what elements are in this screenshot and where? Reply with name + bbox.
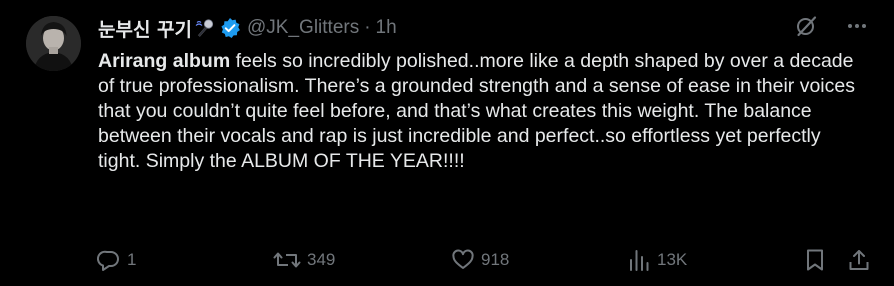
share-icon [847,248,871,272]
separator-dot: · [364,17,371,38]
like-count: 918 [481,250,510,269]
grok-icon[interactable] [794,14,818,38]
tweet-actions-bar: 1 349 918 13K [0,246,894,276]
views-count: 13K [657,250,688,269]
repost-icon [273,248,301,272]
microphone-icon [195,18,215,38]
views-button[interactable]: 13K [627,248,687,272]
bookmark-button[interactable] [803,248,827,272]
top-right-actions [794,14,868,38]
views-icon [627,248,651,272]
repost-count: 349 [307,250,336,269]
more-icon[interactable] [846,15,868,37]
heart-icon [451,248,475,272]
repost-button[interactable]: 349 [273,248,335,272]
tweet-header: 눈부신 꾸기 @JK_Glitters · 1h [98,14,397,42]
timestamp[interactable]: 1h [376,17,397,39]
user-handle[interactable]: @JK_Glitters [247,17,359,39]
reply-icon [97,248,121,272]
reply-count: 1 [127,250,137,269]
share-button[interactable] [847,248,871,272]
display-name[interactable]: 눈부신 꾸기 [98,15,192,42]
avatar[interactable] [26,16,81,71]
bookmark-icon [803,248,827,272]
verified-badge-icon[interactable] [219,17,241,39]
tweet-bold-lead: Arirang album [98,50,231,72]
tweet-text: Arirang album feels so incredibly polish… [98,49,858,174]
reply-button[interactable]: 1 [97,248,136,272]
like-button[interactable]: 918 [451,248,509,272]
tweet-card[interactable]: 눈부신 꾸기 @JK_Glitters · 1h Arirang album f… [0,0,894,286]
